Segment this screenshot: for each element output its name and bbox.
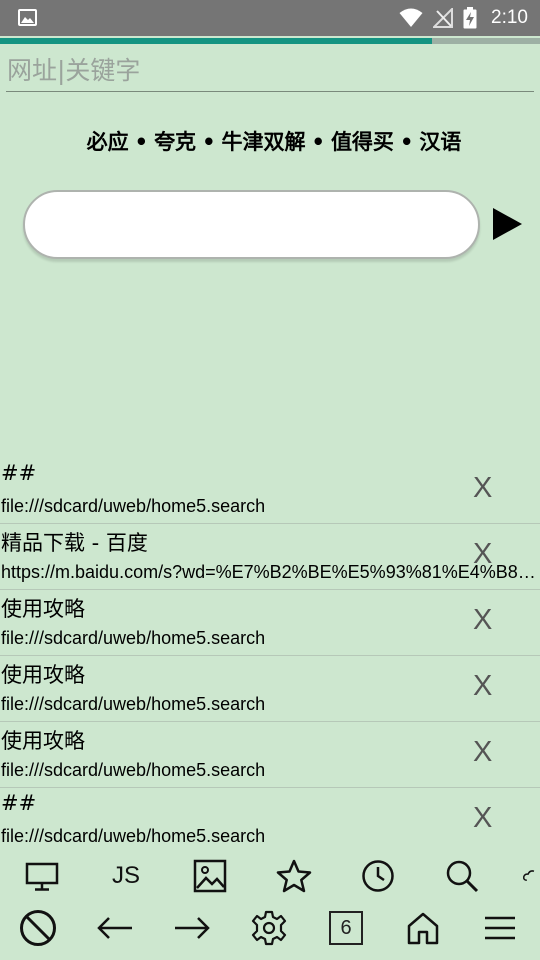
history-url: file:///sdcard/uweb/home5.search: [1, 760, 266, 780]
history-url: https://m.baidu.com/s?wd=%E7%B2%BE%E5%93…: [1, 562, 540, 582]
delete-history-button[interactable]: X: [473, 736, 492, 769]
history-title: 使用攻略: [1, 663, 85, 687]
image-icon: [18, 9, 37, 26]
engine-link-oxford[interactable]: 牛津双解: [222, 126, 306, 156]
history-list: ## file:///sdcard/uweb/home5.search X 精品…: [0, 458, 540, 854]
progress-fill: [0, 38, 432, 44]
search-engine-links: 必应 • 夸克 • 牛津双解 • 值得买 • 汉语: [0, 126, 540, 156]
settings-gear-icon[interactable]: [247, 906, 291, 950]
menu-icon[interactable]: [478, 906, 522, 950]
search-icon[interactable]: [440, 854, 484, 898]
history-title: 使用攻略: [1, 729, 85, 753]
star-icon[interactable]: [272, 854, 316, 898]
toolbar-top: JS: [0, 854, 540, 898]
toolbar-bottom: 6: [0, 906, 540, 950]
delete-history-button[interactable]: X: [473, 538, 492, 571]
status-bar: 2:10: [0, 0, 540, 36]
cloud-icon[interactable]: [522, 854, 540, 898]
history-item[interactable]: 使用攻略 file:///sdcard/uweb/home5.search X: [0, 590, 540, 656]
history-item[interactable]: 使用攻略 file:///sdcard/uweb/home5.search X: [0, 656, 540, 722]
clock: 2:10: [491, 7, 528, 28]
image-icon[interactable]: [188, 854, 232, 898]
history-title: 使用攻略: [1, 597, 85, 621]
history-url: file:///sdcard/uweb/home5.search: [1, 694, 266, 714]
tab-count[interactable]: 6: [324, 906, 368, 950]
engine-link-bing[interactable]: 必应: [87, 126, 129, 156]
engine-link-hanyu[interactable]: 汉语: [419, 126, 461, 156]
wifi-icon: [399, 8, 423, 27]
history-item[interactable]: ## file:///sdcard/uweb/home5.search X: [0, 458, 540, 524]
history-item[interactable]: ## file:///sdcard/uweb/home5.search X: [0, 788, 540, 854]
history-url: file:///sdcard/uweb/home5.search: [1, 628, 266, 648]
history-item[interactable]: 精品下载 - 百度 https://m.baidu.com/s?wd=%E7%B…: [0, 524, 540, 590]
signal-off-icon: [433, 8, 454, 28]
history-clock-icon[interactable]: [356, 854, 400, 898]
play-icon[interactable]: [491, 207, 523, 241]
js-label: JS: [111, 862, 140, 889]
home-icon[interactable]: [401, 906, 445, 950]
delete-history-button[interactable]: X: [473, 670, 492, 703]
forward-arrow-icon[interactable]: [170, 906, 214, 950]
address-input[interactable]: [6, 50, 534, 92]
history-title: ##: [1, 461, 37, 485]
history-title: 精品下载 - 百度: [1, 531, 148, 555]
separator: •: [202, 130, 216, 154]
history-title: ##: [1, 791, 37, 815]
history-url: file:///sdcard/uweb/home5.search: [1, 496, 266, 516]
separator: •: [134, 130, 149, 154]
delete-history-button[interactable]: X: [473, 604, 492, 637]
delete-history-button[interactable]: X: [473, 472, 492, 505]
delete-history-button[interactable]: X: [473, 802, 492, 835]
engine-link-quark[interactable]: 夸克: [154, 126, 196, 156]
search-input[interactable]: [25, 192, 478, 257]
tab-count-label: 6: [329, 911, 363, 945]
block-icon[interactable]: [16, 906, 60, 950]
js-toggle[interactable]: JS: [104, 854, 148, 898]
back-arrow-icon[interactable]: [93, 906, 137, 950]
battery-charging-icon: [463, 7, 477, 29]
history-item[interactable]: 使用攻略 file:///sdcard/uweb/home5.search X: [0, 722, 540, 788]
page-load-progress: [0, 38, 540, 44]
engine-link-smzdm[interactable]: 值得买: [331, 126, 394, 156]
separator: •: [311, 130, 325, 154]
history-url: file:///sdcard/uweb/home5.search: [1, 826, 266, 846]
separator: •: [399, 130, 414, 154]
status-icons: 2:10: [399, 0, 528, 36]
search-box: [23, 190, 480, 259]
desktop-icon[interactable]: [20, 854, 64, 898]
